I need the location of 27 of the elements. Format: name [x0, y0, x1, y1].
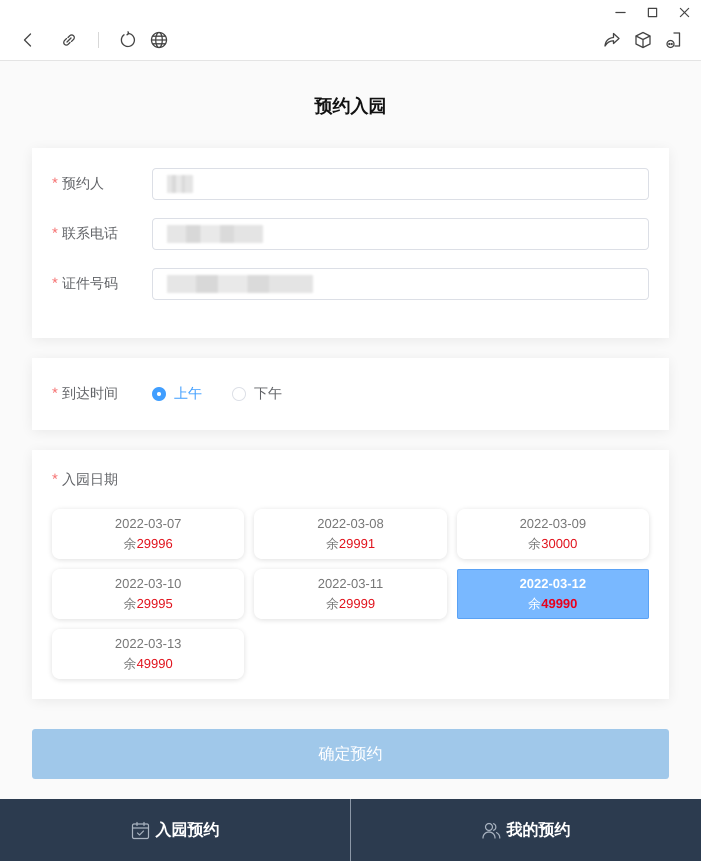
- field-label: 入园日期: [62, 471, 118, 489]
- field-label: 证件号码: [62, 275, 118, 293]
- field-label: 预约人: [62, 175, 104, 193]
- required-mark: *: [52, 275, 58, 293]
- radio-option[interactable]: 上午: [152, 385, 202, 403]
- required-mark: *: [52, 385, 58, 403]
- field-label: 联系电话: [62, 225, 118, 243]
- required-mark: *: [52, 471, 58, 489]
- date-option[interactable]: 2022-03-08 余29991: [254, 509, 447, 559]
- nav-tab[interactable]: 入园预约: [0, 799, 350, 861]
- date-option[interactable]: 2022-03-13 余49990: [52, 629, 244, 679]
- input-field[interactable]: [152, 218, 649, 250]
- date-option[interactable]: 2022-03-09 余30000: [456, 509, 649, 559]
- field-label: 到达时间: [62, 385, 118, 403]
- date-option[interactable]: 2022-03-11 余29999: [254, 569, 447, 619]
- date-option[interactable]: 2022-03-07 余29996: [52, 509, 244, 559]
- required-mark: *: [52, 175, 58, 193]
- people-icon: [482, 820, 500, 840]
- radio-option[interactable]: 下午: [232, 385, 282, 403]
- calendar-icon: [130, 820, 150, 840]
- input-field[interactable]: [152, 168, 649, 200]
- date-option[interactable]: 2022-03-10 余29995: [52, 569, 244, 619]
- page-title: 预约入园: [314, 95, 386, 118]
- input-field[interactable]: [152, 268, 649, 300]
- nav-tab[interactable]: 我的预约: [351, 799, 701, 861]
- required-mark: *: [52, 225, 58, 243]
- blurred-text: [167, 175, 193, 193]
